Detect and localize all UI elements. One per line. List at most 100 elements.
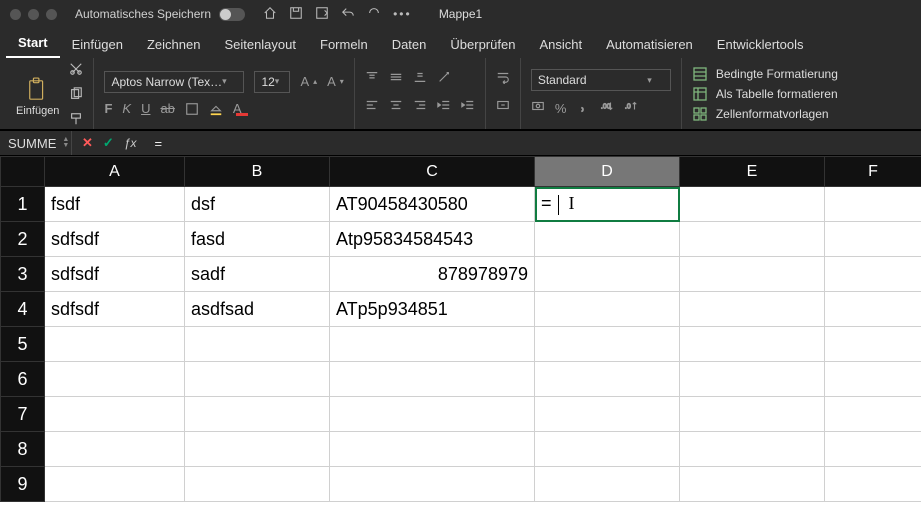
cell[interactable]: [535, 397, 680, 432]
window-controls[interactable]: [10, 9, 57, 20]
cell[interactable]: [825, 292, 921, 327]
tab-ansicht[interactable]: Ansicht: [527, 31, 594, 58]
cell[interactable]: [680, 397, 825, 432]
currency-icon[interactable]: [531, 99, 545, 118]
tab-ueberpruefen[interactable]: Überprüfen: [438, 31, 527, 58]
minimize-window-icon[interactable]: [28, 9, 39, 20]
col-header-D[interactable]: D: [535, 157, 680, 187]
export-icon[interactable]: [315, 6, 329, 23]
cell[interactable]: [330, 467, 535, 502]
tab-start[interactable]: Start: [6, 29, 60, 58]
format-painter-icon[interactable]: [69, 112, 83, 131]
cell[interactable]: dsf: [185, 187, 330, 222]
undo-icon[interactable]: [341, 6, 355, 23]
cell[interactable]: [185, 362, 330, 397]
cell[interactable]: [330, 327, 535, 362]
tab-entwicklertools[interactable]: Entwicklertools: [705, 31, 816, 58]
col-header-A[interactable]: A: [45, 157, 185, 187]
cell[interactable]: [330, 397, 535, 432]
align-middle-icon[interactable]: [389, 70, 403, 89]
cell[interactable]: [45, 432, 185, 467]
tab-einfuegen[interactable]: Einfügen: [60, 31, 135, 58]
font-size-dropdown[interactable]: 12▾: [254, 71, 290, 93]
tab-formeln[interactable]: Formeln: [308, 31, 380, 58]
cell[interactable]: ATp5p934851: [330, 292, 535, 327]
cell[interactable]: [825, 327, 921, 362]
cell[interactable]: [825, 187, 921, 222]
row-header[interactable]: 9: [1, 467, 45, 502]
align-bottom-icon[interactable]: [413, 70, 427, 89]
cell[interactable]: [330, 432, 535, 467]
row-header[interactable]: 1: [1, 187, 45, 222]
fill-color-icon[interactable]: [209, 102, 223, 116]
cell[interactable]: sdfsdf: [45, 222, 185, 257]
align-center-icon[interactable]: [389, 98, 403, 117]
row-header[interactable]: 8: [1, 432, 45, 467]
col-header-C[interactable]: C: [330, 157, 535, 187]
cell[interactable]: sadf: [185, 257, 330, 292]
cell[interactable]: [680, 327, 825, 362]
cancel-formula-icon[interactable]: ✕: [82, 135, 93, 151]
cell[interactable]: [45, 397, 185, 432]
align-right-icon[interactable]: [413, 98, 427, 117]
cell[interactable]: [535, 327, 680, 362]
font-color-icon[interactable]: A: [233, 101, 248, 116]
cell[interactable]: asdfsad: [185, 292, 330, 327]
increase-indent-icon[interactable]: [461, 98, 475, 117]
cell[interactable]: Atp95834584543: [330, 222, 535, 257]
cell[interactable]: [535, 292, 680, 327]
orientation-icon[interactable]: [437, 70, 451, 89]
cell[interactable]: fsdf: [45, 187, 185, 222]
cell[interactable]: [535, 222, 680, 257]
cell[interactable]: [535, 257, 680, 292]
cell[interactable]: [185, 467, 330, 502]
cell[interactable]: [825, 362, 921, 397]
cell[interactable]: [45, 327, 185, 362]
decrease-indent-icon[interactable]: [437, 98, 451, 117]
italic-button[interactable]: K: [122, 101, 131, 116]
cell[interactable]: sdfsdf: [45, 292, 185, 327]
cell-styles-button[interactable]: Zellenformatvorlagen: [692, 106, 838, 122]
cell[interactable]: [825, 222, 921, 257]
home-icon[interactable]: [263, 6, 277, 23]
percent-icon[interactable]: %: [555, 101, 567, 116]
cell[interactable]: [680, 222, 825, 257]
cell[interactable]: sdfsdf: [45, 257, 185, 292]
wrap-text-icon[interactable]: [496, 70, 510, 89]
cell[interactable]: fasd: [185, 222, 330, 257]
strike-button[interactable]: ab: [160, 101, 174, 116]
accept-formula-icon[interactable]: ✓: [103, 135, 114, 151]
cell[interactable]: [680, 257, 825, 292]
number-format-dropdown[interactable]: Standard▾: [531, 69, 671, 91]
cell[interactable]: [825, 257, 921, 292]
decrease-decimal-icon[interactable]: .0: [624, 99, 638, 118]
increase-decimal-icon[interactable]: .00: [600, 99, 614, 118]
merge-cells-icon[interactable]: [496, 98, 510, 117]
cell[interactable]: [185, 432, 330, 467]
more-icon[interactable]: •••: [393, 7, 412, 21]
paste-button[interactable]: Einfügen: [10, 77, 65, 117]
tab-daten[interactable]: Daten: [380, 31, 439, 58]
row-header[interactable]: 3: [1, 257, 45, 292]
conditional-formatting-button[interactable]: Bedingte Formatierung: [692, 66, 838, 82]
fullscreen-window-icon[interactable]: [46, 9, 57, 20]
cell[interactable]: [825, 397, 921, 432]
cell[interactable]: [535, 362, 680, 397]
col-header-B[interactable]: B: [185, 157, 330, 187]
tab-automatisieren[interactable]: Automatisieren: [594, 31, 705, 58]
insert-function-icon[interactable]: ƒx: [124, 136, 137, 150]
row-header[interactable]: 5: [1, 327, 45, 362]
cell[interactable]: [680, 362, 825, 397]
align-left-icon[interactable]: [365, 98, 379, 117]
cell[interactable]: [535, 467, 680, 502]
formula-input[interactable]: =: [147, 136, 921, 151]
cell[interactable]: [45, 467, 185, 502]
row-header[interactable]: 7: [1, 397, 45, 432]
copy-icon[interactable]: [69, 87, 83, 106]
comma-style-icon[interactable]: [576, 99, 590, 118]
cell[interactable]: 878978979: [330, 257, 535, 292]
name-box[interactable]: SUMME ▲▼: [0, 131, 72, 155]
col-header-F[interactable]: F: [825, 157, 921, 187]
close-window-icon[interactable]: [10, 9, 21, 20]
row-header[interactable]: 2: [1, 222, 45, 257]
